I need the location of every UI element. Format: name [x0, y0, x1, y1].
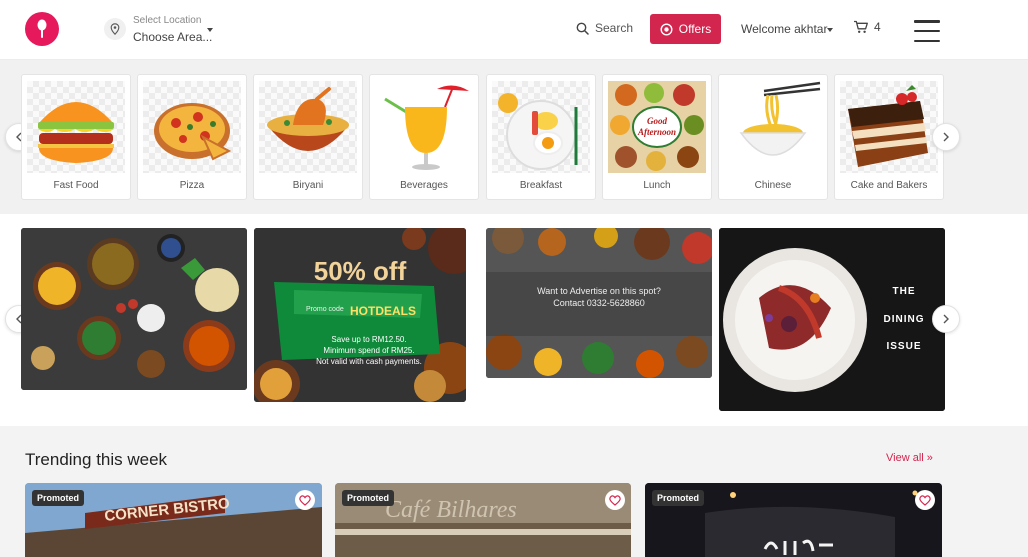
category-card-beverages[interactable]: Beverages: [369, 74, 479, 200]
user-menu[interactable]: Welcome akhtar: [741, 22, 827, 36]
location-select[interactable]: Choose Area...: [133, 30, 212, 44]
pizza-icon: [143, 81, 241, 173]
double-chevron-right-icon: »: [926, 452, 933, 464]
app-logo[interactable]: [25, 12, 59, 46]
promoted-badge: Promoted: [652, 490, 705, 506]
category-carousel: Fast Food Pizza Biryani Beverages Breakf…: [0, 60, 1028, 214]
burger-icon: [27, 81, 125, 173]
banner-advertise[interactable]: Want to Advertise on this spot? Contact …: [486, 228, 712, 378]
offers-label: Offers: [678, 22, 712, 36]
banner-deal[interactable]: 50% off Promo code HOTDEALS Save up to R…: [254, 228, 466, 402]
location-label: Select Location: [133, 15, 202, 26]
hamburger-menu-icon[interactable]: [914, 20, 940, 42]
svg-text:Good: Good: [647, 116, 667, 126]
lunch-icon: Good Afternoon: [608, 81, 706, 173]
breakfast-icon: [492, 81, 590, 173]
beverage-icon: [375, 81, 473, 173]
cart-icon: [854, 20, 868, 33]
deal-line-2: Minimum spend of RM25.: [323, 346, 415, 355]
offer-target-icon: [660, 22, 673, 36]
cart-button[interactable]: 4: [853, 20, 881, 34]
deal-headline: 50% off: [313, 256, 407, 286]
chevron-down-icon[interactable]: [207, 28, 213, 32]
spices-food-image: [21, 228, 247, 390]
category-card-breakfast[interactable]: Breakfast: [486, 74, 596, 200]
trending-section: Trending this week View all » CORNER BIS…: [0, 426, 1028, 557]
category-label: Pizza: [179, 180, 205, 191]
category-card-biryani[interactable]: Biryani: [253, 74, 363, 200]
dining-line-2: DINING: [883, 314, 925, 325]
favorite-button[interactable]: [295, 490, 315, 510]
restaurant-card[interactable]: Café Bilhares Promoted: [335, 483, 631, 557]
advertise-contact: Contact 0332-5628860: [553, 298, 645, 308]
promoted-badge: Promoted: [342, 490, 395, 506]
location-pin-icon[interactable]: [104, 18, 126, 40]
chevron-right-icon: [943, 314, 949, 324]
restaurant-sign: Café Bilhares: [385, 497, 517, 523]
promo-code-prefix: Promo code: [306, 306, 344, 313]
view-all-label: View all: [886, 452, 924, 464]
category-card-lunch[interactable]: Good Afternoon Lunch: [602, 74, 712, 200]
top-nav: Select Location Choose Area... Search Of…: [0, 0, 1028, 60]
category-card-fast-food[interactable]: Fast Food: [21, 74, 131, 200]
search-icon: [576, 22, 589, 35]
promo-code: HOTDEALS: [350, 304, 416, 318]
category-card-pizza[interactable]: Pizza: [137, 74, 247, 200]
view-all-link[interactable]: View all »: [886, 452, 933, 464]
category-label: Cake and Bakers: [850, 180, 928, 191]
section-title: Trending this week: [25, 450, 168, 469]
chevron-right-icon: [943, 132, 949, 142]
offers-button[interactable]: Offers: [650, 14, 721, 44]
restaurant-card[interactable]: CORNER BISTRO Promoted: [25, 483, 322, 557]
noodles-icon: [724, 81, 822, 173]
promoted-badge: Promoted: [32, 490, 85, 506]
category-card-cake[interactable]: Cake and Bakers: [834, 74, 944, 200]
cake-icon: [840, 81, 938, 173]
category-label: Fast Food: [53, 180, 99, 191]
category-label: Chinese: [754, 180, 792, 191]
category-label: Biryani: [292, 180, 324, 191]
dining-line-3: ISSUE: [886, 341, 922, 352]
welcome-text: Welcome akhtar: [741, 22, 828, 36]
spoon-icon: [37, 19, 47, 38]
category-label: Lunch: [643, 180, 671, 191]
favorite-button[interactable]: [605, 490, 625, 510]
category-label: Breakfast: [519, 180, 563, 191]
search-button[interactable]: Search: [576, 21, 633, 35]
heart-icon: [919, 494, 931, 506]
deal-line-1: Save up to RM12.50.: [331, 335, 407, 344]
advertise-line-1: Want to Advertise on this spot?: [537, 286, 661, 296]
cart-count: 4: [874, 20, 881, 34]
dining-line-1: THE: [892, 286, 916, 297]
svg-text:Afternoon: Afternoon: [637, 127, 676, 137]
category-card-chinese[interactable]: Chinese: [718, 74, 828, 200]
promo-banner-carousel: 50% off Promo code HOTDEALS Save up to R…: [0, 214, 1028, 426]
deal-line-3: Not valid with cash payments.: [316, 357, 422, 366]
biryani-icon: [259, 81, 357, 173]
banner-next-button[interactable]: [932, 305, 960, 333]
category-next-button[interactable]: [932, 123, 960, 151]
heart-icon: [609, 494, 621, 506]
banner-dining-issue[interactable]: THE DINING ISSUE: [719, 228, 945, 411]
user-menu-chevron-icon[interactable]: [827, 28, 833, 32]
restaurant-card[interactable]: Promoted: [645, 483, 942, 557]
banner-spices[interactable]: [21, 228, 247, 390]
heart-icon: [299, 494, 311, 506]
favorite-button[interactable]: [915, 490, 935, 510]
search-label: Search: [595, 21, 634, 35]
category-label: Beverages: [400, 180, 448, 191]
